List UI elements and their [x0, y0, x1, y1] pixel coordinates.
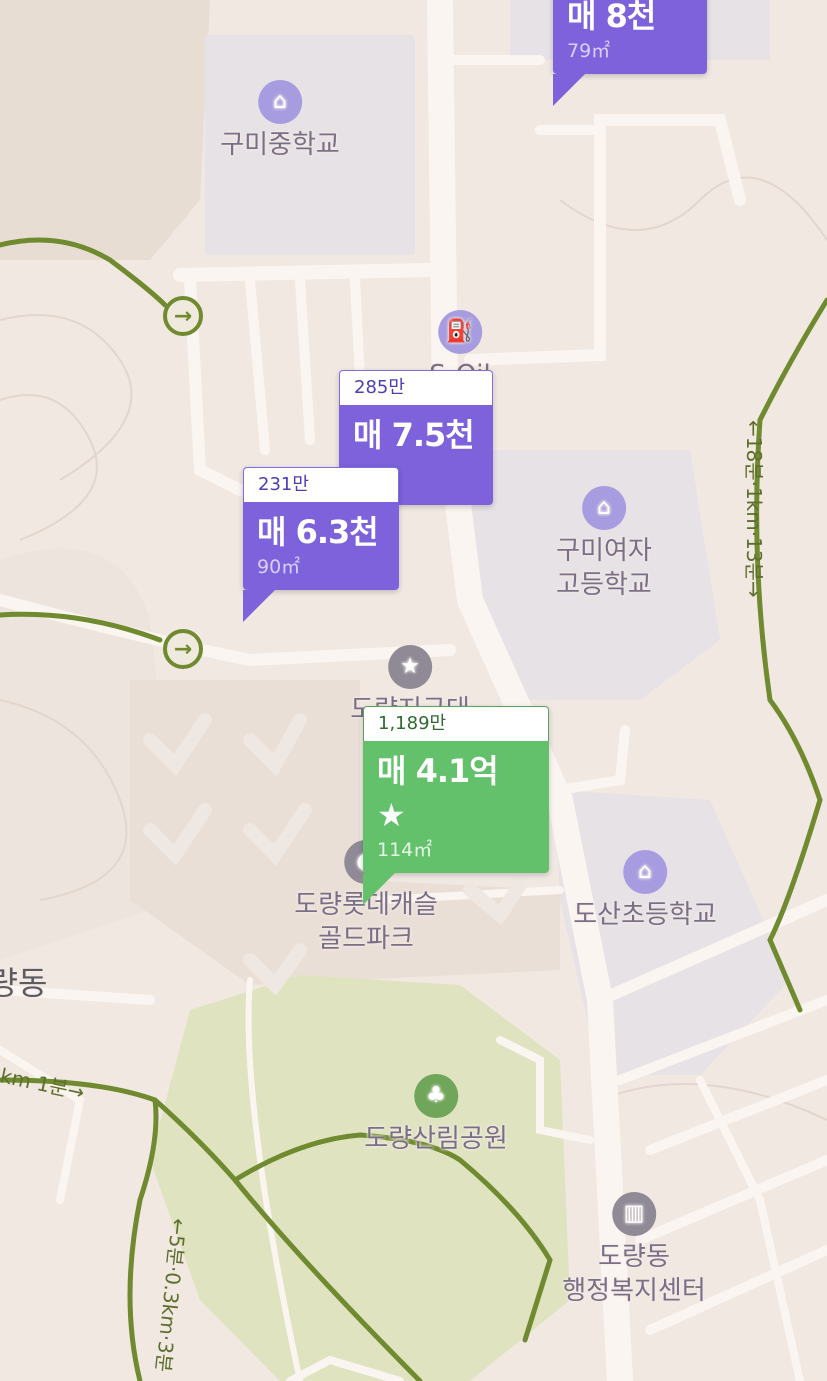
- district-label: 량동: [0, 964, 48, 1002]
- police-icon: ★: [387, 645, 432, 689]
- school-icon: ⌂: [257, 80, 302, 124]
- listing-area: 114㎡: [377, 839, 433, 861]
- listing-area: 90㎡: [257, 556, 301, 578]
- listing-marker[interactable]: 매 8천 79㎡: [553, 0, 707, 106]
- listing-price: 매 6.3천: [257, 513, 379, 551]
- school-icon: ⌂: [582, 486, 626, 530]
- poi-dosan-elementary[interactable]: ⌂ 도산초등학교: [573, 850, 717, 932]
- poi-label: 도량동: [598, 1242, 670, 1272]
- listing-marker-highlighted[interactable]: 1,189만 매 4.1억 ★ 114㎡: [363, 706, 549, 905]
- poi-label: 고등학교: [556, 570, 652, 600]
- tree-icon: ♣: [414, 1074, 458, 1118]
- arrow-right-circle-icon[interactable]: →: [163, 296, 203, 336]
- listing-marker[interactable]: 231만 매 6.3천 90㎡: [243, 467, 399, 622]
- listing-pointer: [243, 590, 275, 622]
- poi-welfare-center[interactable]: ▥ 도량동 행정복지센터: [562, 1192, 706, 1308]
- listing-price: 매 4.1억 ★: [377, 749, 535, 837]
- poi-gumi-girls-high-school[interactable]: ⌂ 구미여자 고등학교: [556, 486, 652, 602]
- poi-label: 골드파크: [318, 924, 414, 954]
- right-trail-label: ←18분·1km·13분→: [742, 420, 766, 598]
- listing-unit-price: 231만: [243, 467, 399, 502]
- poi-label: 구미중학교: [220, 130, 340, 160]
- listing-pointer: [553, 74, 585, 106]
- poi-gumi-middle-school[interactable]: ⌂ 구미중학교: [220, 80, 340, 162]
- gas-station-icon: ⛽: [438, 310, 482, 354]
- listing-pointer: [363, 873, 395, 905]
- poi-forest-park[interactable]: ♣ 도량산림공원: [364, 1074, 508, 1156]
- arrow-right-circle-icon[interactable]: →: [163, 629, 203, 669]
- poi-label: 행정복지센터: [562, 1276, 706, 1306]
- listing-price: 매 7.5천: [353, 416, 475, 454]
- listing-unit-price: 1,189만: [363, 706, 549, 741]
- listing-body: 매 4.1억 ★ 114㎡: [363, 741, 549, 873]
- school-icon: ⌂: [623, 850, 667, 894]
- listing-body: 매 8천 79㎡: [553, 0, 707, 74]
- poi-label: 구미여자: [556, 536, 652, 566]
- listing-price-text: 매 4.1억: [377, 752, 499, 790]
- listing-area: 79㎡: [567, 40, 611, 62]
- poi-label: 도산초등학교: [573, 900, 717, 930]
- listing-price: 매 8천: [567, 0, 656, 35]
- star-icon: ★: [377, 796, 406, 834]
- poi-label: 도량산림공원: [364, 1124, 508, 1154]
- listing-body: 매 6.3천 90㎡: [243, 502, 399, 590]
- listing-unit-price: 285만: [339, 370, 493, 405]
- government-building-icon: ▥: [612, 1192, 656, 1236]
